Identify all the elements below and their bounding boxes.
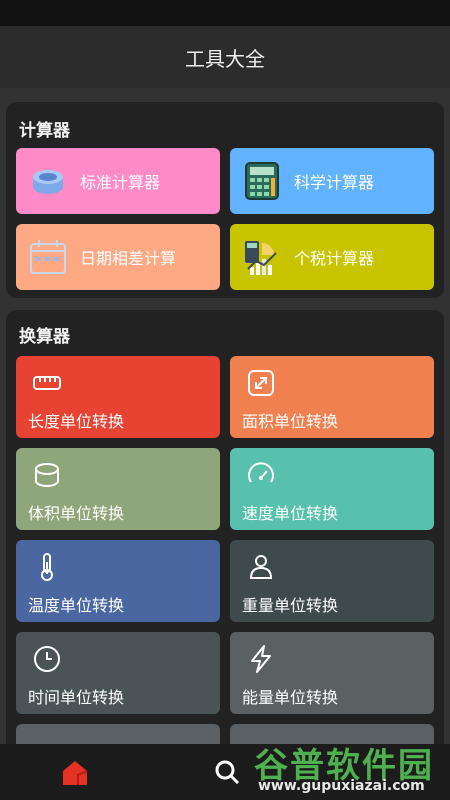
card-label: 重量单位转换: [242, 596, 339, 615]
calendar-icon: [28, 237, 68, 277]
next-converter-card[interactable]: [16, 724, 220, 744]
card-label: 温度单位转换: [28, 596, 125, 615]
status-bar: [0, 0, 450, 26]
section-title-converter: 换算器: [19, 327, 70, 347]
search-icon[interactable]: [213, 758, 241, 786]
home-icon[interactable]: [60, 758, 90, 788]
calculator-section: 计算器 标准计算器 科学计算器 日期相差计算 个税计算器: [6, 102, 444, 298]
card-label: 时间单位转换: [28, 688, 125, 707]
watermark-url: www.gupuxiazai.com: [258, 778, 425, 794]
ruler-icon: [32, 368, 62, 398]
card-label: 能量单位转换: [242, 688, 339, 707]
card-label: 标准计算器: [80, 173, 161, 192]
watermark: 谷普软件园 www.gupuxiazai.com: [248, 740, 448, 798]
main-content[interactable]: 计算器 标准计算器 科学计算器 日期相差计算 个税计算器 换算器 长度单位转换 …: [0, 88, 450, 744]
gauge-icon: [246, 460, 276, 490]
temperature-converter-card[interactable]: 温度单位转换: [16, 540, 220, 622]
finance-chart-icon: [242, 237, 282, 277]
card-label: 日期相差计算: [80, 249, 177, 268]
speed-converter-card[interactable]: 速度单位转换: [230, 448, 434, 530]
card-label: 科学计算器: [294, 173, 375, 192]
app-header: 工具大全: [0, 26, 450, 88]
clock-icon: [32, 644, 62, 674]
area-converter-card[interactable]: 面积单位转换: [230, 356, 434, 438]
section-title-calculator: 计算器: [19, 121, 70, 141]
coins-icon: [28, 161, 68, 201]
card-label: 速度单位转换: [242, 504, 339, 523]
weight-icon: [246, 552, 276, 582]
volume-converter-card[interactable]: 体积单位转换: [16, 448, 220, 530]
lightning-icon: [246, 644, 276, 674]
card-label: 面积单位转换: [242, 412, 339, 431]
energy-converter-card[interactable]: 能量单位转换: [230, 632, 434, 714]
tax-calculator-card[interactable]: 个税计算器: [230, 224, 434, 290]
page-title: 工具大全: [185, 46, 265, 71]
resize-icon: [246, 368, 276, 398]
standard-calculator-card[interactable]: 标准计算器: [16, 148, 220, 214]
card-label: 体积单位转换: [28, 504, 125, 523]
weight-converter-card[interactable]: 重量单位转换: [230, 540, 434, 622]
converter-section: 换算器 长度单位转换 面积单位转换 体积单位转换 速度单位转换 温度单位转换 重…: [6, 310, 444, 744]
thermometer-icon: [32, 552, 62, 582]
date-difference-card[interactable]: 日期相差计算: [16, 224, 220, 290]
time-converter-card[interactable]: 时间单位转换: [16, 632, 220, 714]
calculator-icon: [242, 161, 282, 201]
cube-icon: [32, 460, 62, 490]
card-label: 长度单位转换: [28, 412, 125, 431]
scientific-calculator-card[interactable]: 科学计算器: [230, 148, 434, 214]
card-label: 个税计算器: [294, 249, 375, 268]
length-converter-card[interactable]: 长度单位转换: [16, 356, 220, 438]
